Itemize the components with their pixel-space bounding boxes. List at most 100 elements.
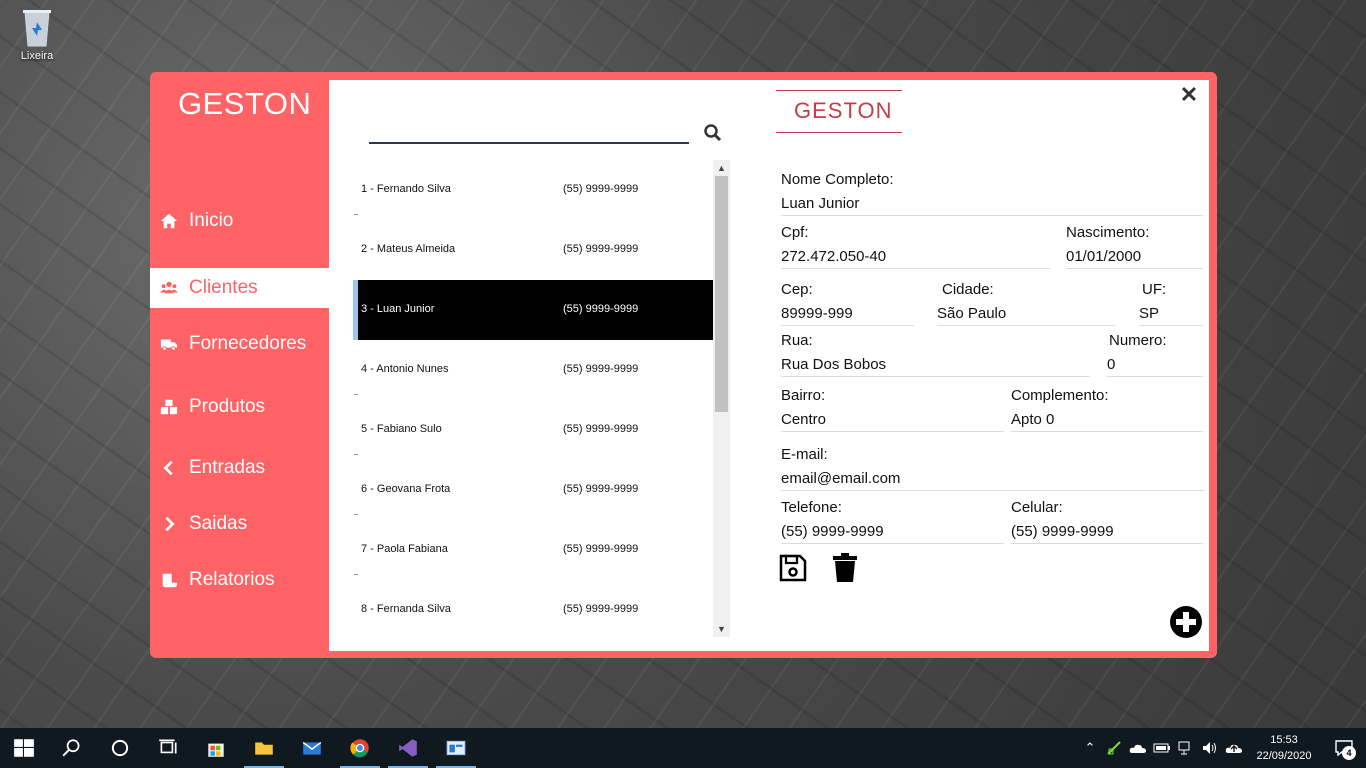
- label-uf: UF:: [1142, 281, 1167, 298]
- onedrive-icon[interactable]: [1126, 728, 1150, 768]
- client-row-selected[interactable]: 3 - Luan Junior (55) 9999-9999: [353, 280, 713, 340]
- show-hidden-icons-icon[interactable]: ⌃: [1078, 728, 1102, 768]
- network-wired-icon[interactable]: [1174, 728, 1198, 768]
- client-name: 5 - Fabiano Sulo: [361, 423, 442, 435]
- search-taskbar-button[interactable]: [48, 728, 96, 768]
- client-row[interactable]: 8 - Fernanda Silva (55) 9999-9999: [353, 580, 713, 637]
- label-nascimento: Nascimento:: [1066, 224, 1150, 241]
- search-input[interactable]: [369, 118, 689, 142]
- action-center-button[interactable]: 4: [1322, 728, 1366, 768]
- store-icon: [208, 743, 224, 757]
- nav-item-fornecedores[interactable]: Fornecedores: [150, 324, 329, 364]
- store-app[interactable]: [192, 728, 240, 768]
- logo-top-rule: [776, 90, 902, 91]
- visual-studio-icon: [399, 739, 417, 757]
- app-window: GESTON Inicio Clientes Fornecedores Prod…: [150, 72, 1217, 658]
- client-name: 1 - Fernando Silva: [361, 183, 451, 195]
- rua-field[interactable]: [781, 353, 1090, 377]
- label-bairro: Bairro:: [781, 387, 826, 404]
- row-separator: [354, 574, 358, 575]
- add-client-icon[interactable]: [1170, 606, 1202, 638]
- folder-icon: [255, 742, 273, 755]
- client-row[interactable]: 2 - Mateus Almeida (55) 9999-9999: [353, 220, 713, 280]
- client-list[interactable]: 1 - Fernando Silva (55) 9999-9999 2 - Mat…: [353, 160, 713, 637]
- email-field[interactable]: [781, 467, 1205, 491]
- search-icon: [62, 739, 80, 757]
- selection-marker: [353, 280, 358, 340]
- row-separator: [354, 514, 358, 515]
- scroll-thumb[interactable]: [715, 176, 728, 412]
- label-cep: Cep:: [781, 281, 813, 298]
- trash-icon[interactable]: [831, 553, 859, 583]
- geston-app[interactable]: [432, 728, 480, 768]
- chevron-left-icon: [159, 458, 179, 478]
- recycle-bin-shortcut[interactable]: Lixeira: [10, 6, 64, 62]
- client-row[interactable]: 6 - Geovana Frota (55) 9999-9999: [353, 460, 713, 520]
- nav-label-clientes: Clientes: [189, 277, 258, 298]
- clock[interactable]: 15:53 22/09/2020: [1246, 732, 1322, 764]
- search-icon[interactable]: [703, 123, 723, 143]
- notification-count-badge: 4: [1342, 746, 1356, 760]
- complemento-field[interactable]: [1011, 408, 1203, 432]
- volume-icon[interactable]: [1198, 728, 1222, 768]
- numero-field[interactable]: [1107, 353, 1203, 377]
- telefone-field[interactable]: [781, 520, 1004, 544]
- nav-item-entradas[interactable]: Entradas: [150, 448, 329, 488]
- cortana-button[interactable]: [96, 728, 144, 768]
- client-name: 3 - Luan Junior: [361, 303, 435, 315]
- logo-bottom-rule: [776, 132, 902, 133]
- client-row[interactable]: 7 - Paola Fabiana (55) 9999-9999: [353, 520, 713, 580]
- client-phone: (55) 9999-9999: [563, 423, 639, 435]
- cep-field[interactable]: [781, 302, 914, 326]
- client-row[interactable]: 5 - Fabiano Sulo (55) 9999-9999: [353, 400, 713, 460]
- nav-item-relatorios[interactable]: Relatorios: [150, 560, 329, 600]
- recycle-bin-label: Lixeira: [20, 50, 54, 62]
- label-cidade: Cidade:: [942, 281, 994, 298]
- nascimento-field[interactable]: [1066, 245, 1203, 269]
- client-phone: (55) 9999-9999: [563, 543, 639, 555]
- network-status-icon[interactable]: [1102, 728, 1126, 768]
- label-nome: Nome Completo:: [781, 171, 894, 188]
- cpf-field[interactable]: [781, 245, 1050, 269]
- uf-field[interactable]: [1139, 302, 1203, 326]
- nav-label-saidas: Saidas: [189, 513, 248, 534]
- taskbar: ⌃ 15:53 22/09/2020 4: [0, 728, 1366, 768]
- system-tray: ⌃ 15:53 22/09/2020 4: [1078, 728, 1366, 768]
- client-name: 2 - Mateus Almeida: [361, 243, 456, 255]
- label-numero: Numero:: [1109, 332, 1167, 349]
- client-name: 7 - Paola Fabiana: [361, 543, 448, 555]
- nav-item-saidas[interactable]: Saidas: [150, 504, 329, 544]
- onedrive-sync-icon[interactable]: [1222, 728, 1246, 768]
- scroll-up-arrow-icon[interactable]: ▲: [713, 160, 730, 176]
- nav-item-produtos[interactable]: Produtos: [150, 387, 329, 427]
- file-explorer-app[interactable]: [240, 728, 288, 768]
- client-phone: (55) 9999-9999: [563, 243, 639, 255]
- mail-app[interactable]: [288, 728, 336, 768]
- start-button[interactable]: [0, 728, 48, 768]
- recycle-bin-icon: [20, 6, 54, 48]
- nav-label-entradas: Entradas: [189, 457, 266, 478]
- nav-item-clientes[interactable]: Clientes: [150, 268, 329, 308]
- cidade-field[interactable]: [937, 302, 1115, 326]
- label-complemento: Complemento:: [1011, 387, 1109, 404]
- nome-field[interactable]: [781, 192, 1203, 216]
- save-icon[interactable]: [779, 553, 807, 583]
- client-name: 6 - Geovana Frota: [361, 483, 451, 495]
- nav-label-relatorios: Relatorios: [189, 569, 275, 590]
- client-row[interactable]: 4 - Antonio Nunes (55) 9999-9999: [353, 340, 713, 400]
- chrome-icon: [350, 739, 369, 758]
- client-row[interactable]: 1 - Fernando Silva (55) 9999-9999: [353, 160, 713, 220]
- chrome-app[interactable]: [336, 728, 384, 768]
- receipt-icon: [159, 570, 179, 590]
- list-scrollbar[interactable]: ▲ ▼: [713, 160, 730, 637]
- close-button[interactable]: ✕: [1179, 82, 1199, 107]
- scroll-down-arrow-icon[interactable]: ▼: [713, 621, 730, 637]
- bairro-field[interactable]: [781, 408, 1004, 432]
- client-phone: (55) 9999-9999: [563, 303, 639, 315]
- battery-icon[interactable]: [1150, 728, 1174, 768]
- task-view-button[interactable]: [144, 728, 192, 768]
- visual-studio-app[interactable]: [384, 728, 432, 768]
- nav-item-inicio[interactable]: Inicio: [150, 201, 329, 241]
- celular-field[interactable]: [1011, 520, 1203, 544]
- label-rua: Rua:: [781, 332, 813, 349]
